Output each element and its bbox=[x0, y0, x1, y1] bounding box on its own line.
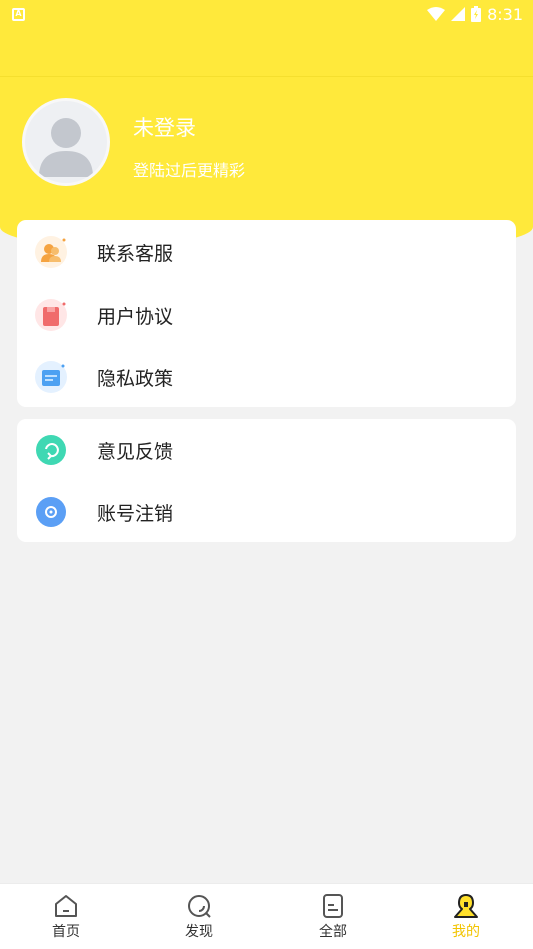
menu-card-primary: 联系客服 用户协议 隐私政策 bbox=[17, 220, 516, 407]
tab-mine[interactable]: 我的 bbox=[426, 884, 506, 949]
status-bar: A 8:31 bbox=[0, 0, 533, 28]
login-status-subtitle: 登陆过后更精彩 bbox=[133, 161, 246, 180]
status-time: 8:31 bbox=[487, 4, 523, 24]
menu-item-label: 意见反馈 bbox=[97, 440, 174, 463]
menu-item-user-agreement[interactable]: 用户协议 bbox=[17, 284, 516, 346]
tab-discover[interactable]: 发现 bbox=[159, 884, 239, 949]
menu-item-label: 联系客服 bbox=[97, 242, 174, 265]
default-avatar-icon bbox=[39, 118, 93, 177]
login-status-title[interactable]: 未登录 bbox=[133, 112, 196, 142]
tab-label: 我的 bbox=[452, 924, 480, 940]
customer-service-icon bbox=[35, 236, 67, 268]
account-cancel-icon bbox=[36, 497, 66, 527]
menu-item-feedback[interactable]: 意见反馈 bbox=[17, 419, 516, 481]
feedback-icon bbox=[36, 435, 66, 465]
privacy-policy-icon bbox=[35, 361, 67, 393]
menu-item-label: 用户协议 bbox=[97, 305, 174, 328]
discover-icon bbox=[188, 895, 211, 918]
menu-item-account-cancel[interactable]: 账号注销 bbox=[17, 481, 516, 543]
signal-icon bbox=[451, 7, 466, 21]
tab-label: 全部 bbox=[319, 924, 347, 940]
header-band bbox=[0, 28, 533, 76]
menu-item-label: 账号注销 bbox=[97, 502, 174, 525]
avatar[interactable] bbox=[22, 98, 110, 186]
user-agreement-icon bbox=[35, 299, 67, 331]
tab-all[interactable]: 全部 bbox=[293, 884, 373, 949]
tab-label: 首页 bbox=[52, 924, 80, 940]
menu-item-privacy-policy[interactable]: 隐私政策 bbox=[17, 346, 516, 408]
menu-item-label: 隐私政策 bbox=[97, 367, 174, 390]
tab-label: 发现 bbox=[185, 924, 213, 940]
menu-card-secondary: 意见反馈 账号注销 bbox=[17, 419, 516, 542]
home-icon bbox=[55, 895, 77, 917]
battery-icon bbox=[471, 6, 482, 22]
bottom-tab-bar: 首页 发现 全部 我的 bbox=[0, 883, 533, 949]
menu-item-customer-service[interactable]: 联系客服 bbox=[17, 221, 516, 283]
tab-home[interactable]: 首页 bbox=[26, 884, 106, 949]
app-notification-icon: A bbox=[12, 7, 25, 21]
all-icon bbox=[323, 894, 343, 918]
status-right-group: 8:31 bbox=[427, 5, 523, 24]
mine-icon bbox=[454, 894, 478, 918]
wifi-icon bbox=[427, 7, 446, 21]
